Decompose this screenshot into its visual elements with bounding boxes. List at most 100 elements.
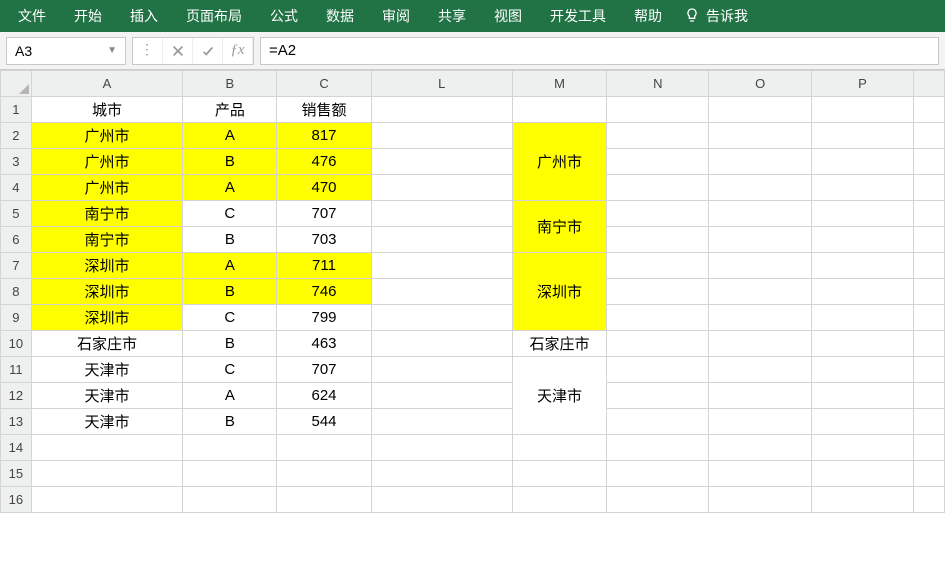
cell[interactable]: 南宁市	[31, 201, 183, 227]
cell[interactable]	[371, 383, 512, 409]
cell[interactable]: C	[183, 201, 277, 227]
cell[interactable]	[811, 461, 913, 487]
cell[interactable]	[371, 97, 512, 123]
tab-formulas[interactable]: 公式	[256, 0, 312, 32]
tab-insert[interactable]: 插入	[116, 0, 172, 32]
cell[interactable]: 703	[277, 227, 371, 253]
tab-view[interactable]: 视图	[480, 0, 536, 32]
col-header-C[interactable]: C	[277, 71, 371, 97]
row-header[interactable]: 3	[1, 149, 32, 175]
cell[interactable]	[709, 279, 811, 305]
tab-share[interactable]: 共享	[424, 0, 480, 32]
cell[interactable]: C	[183, 357, 277, 383]
cell[interactable]	[811, 383, 913, 409]
tab-developer[interactable]: 开发工具	[536, 0, 620, 32]
cell[interactable]	[183, 461, 277, 487]
cell[interactable]: 470	[277, 175, 371, 201]
cell[interactable]	[183, 435, 277, 461]
cell[interactable]	[811, 331, 913, 357]
cell[interactable]	[607, 357, 709, 383]
cell[interactable]	[277, 487, 371, 513]
cell[interactable]	[607, 435, 709, 461]
cell[interactable]	[709, 175, 811, 201]
cell[interactable]	[914, 357, 945, 383]
cell[interactable]	[371, 357, 512, 383]
cell[interactable]	[371, 227, 512, 253]
row-header[interactable]: 14	[1, 435, 32, 461]
cell[interactable]	[811, 201, 913, 227]
cell[interactable]	[607, 279, 709, 305]
group-cell[interactable]: 南宁市	[512, 201, 606, 253]
cell[interactable]	[914, 201, 945, 227]
cell[interactable]: 707	[277, 201, 371, 227]
cell[interactable]: 广州市	[31, 175, 183, 201]
cell[interactable]	[607, 123, 709, 149]
cell[interactable]: 799	[277, 305, 371, 331]
row-header[interactable]: 8	[1, 279, 32, 305]
cell[interactable]	[914, 461, 945, 487]
row-header[interactable]: 13	[1, 409, 32, 435]
cell[interactable]	[811, 175, 913, 201]
cell[interactable]	[914, 409, 945, 435]
cell[interactable]: B	[183, 149, 277, 175]
cell[interactable]: C	[183, 305, 277, 331]
cell[interactable]: 深圳市	[31, 253, 183, 279]
row-header[interactable]: 16	[1, 487, 32, 513]
cell[interactable]	[607, 227, 709, 253]
cell[interactable]	[811, 435, 913, 461]
cell[interactable]: 南宁市	[31, 227, 183, 253]
cell[interactable]	[371, 331, 512, 357]
tab-review[interactable]: 审阅	[368, 0, 424, 32]
cell[interactable]	[811, 253, 913, 279]
col-header-A[interactable]: A	[31, 71, 183, 97]
group-cell[interactable]: 深圳市	[512, 253, 606, 331]
cell[interactable]	[371, 201, 512, 227]
spreadsheet-grid[interactable]: A B C L M N O P 1城市产品销售额2广州市A817广州市3广州市B…	[0, 70, 945, 588]
cell[interactable]: B	[183, 409, 277, 435]
tab-home[interactable]: 开始	[60, 0, 116, 32]
cell[interactable]: 463	[277, 331, 371, 357]
row-header[interactable]: 4	[1, 175, 32, 201]
cancel-button[interactable]	[163, 38, 193, 64]
cell[interactable]: 城市	[31, 97, 183, 123]
cell[interactable]	[607, 383, 709, 409]
cell[interactable]	[709, 331, 811, 357]
tab-page-layout[interactable]: 页面布局	[172, 0, 256, 32]
col-header-O[interactable]: O	[709, 71, 811, 97]
cell[interactable]	[512, 97, 606, 123]
cell[interactable]: 817	[277, 123, 371, 149]
cell[interactable]	[709, 409, 811, 435]
col-header-B[interactable]: B	[183, 71, 277, 97]
cell[interactable]	[811, 305, 913, 331]
cell[interactable]	[709, 435, 811, 461]
cell[interactable]: A	[183, 123, 277, 149]
cell[interactable]: 广州市	[31, 149, 183, 175]
cell[interactable]	[709, 201, 811, 227]
tell-me[interactable]: 告诉我	[676, 0, 756, 32]
cell[interactable]	[811, 149, 913, 175]
fx-button[interactable]: ƒx	[223, 38, 253, 64]
cell[interactable]	[811, 97, 913, 123]
cell[interactable]	[183, 487, 277, 513]
row-header[interactable]: 1	[1, 97, 32, 123]
cell[interactable]	[914, 227, 945, 253]
cell[interactable]	[607, 409, 709, 435]
row-header[interactable]: 9	[1, 305, 32, 331]
cell[interactable]	[709, 149, 811, 175]
cell[interactable]	[371, 123, 512, 149]
cell[interactable]	[607, 175, 709, 201]
cell[interactable]	[371, 305, 512, 331]
row-header[interactable]: 10	[1, 331, 32, 357]
cell[interactable]: 711	[277, 253, 371, 279]
cell[interactable]	[811, 227, 913, 253]
cell[interactable]	[371, 253, 512, 279]
cell[interactable]: B	[183, 331, 277, 357]
col-header-L[interactable]: L	[371, 71, 512, 97]
expand-button[interactable]: ⋮	[133, 38, 163, 64]
row-header[interactable]: 2	[1, 123, 32, 149]
cell[interactable]	[607, 487, 709, 513]
cell[interactable]	[914, 149, 945, 175]
cell[interactable]	[709, 123, 811, 149]
cell[interactable]	[371, 487, 512, 513]
cell[interactable]: B	[183, 227, 277, 253]
